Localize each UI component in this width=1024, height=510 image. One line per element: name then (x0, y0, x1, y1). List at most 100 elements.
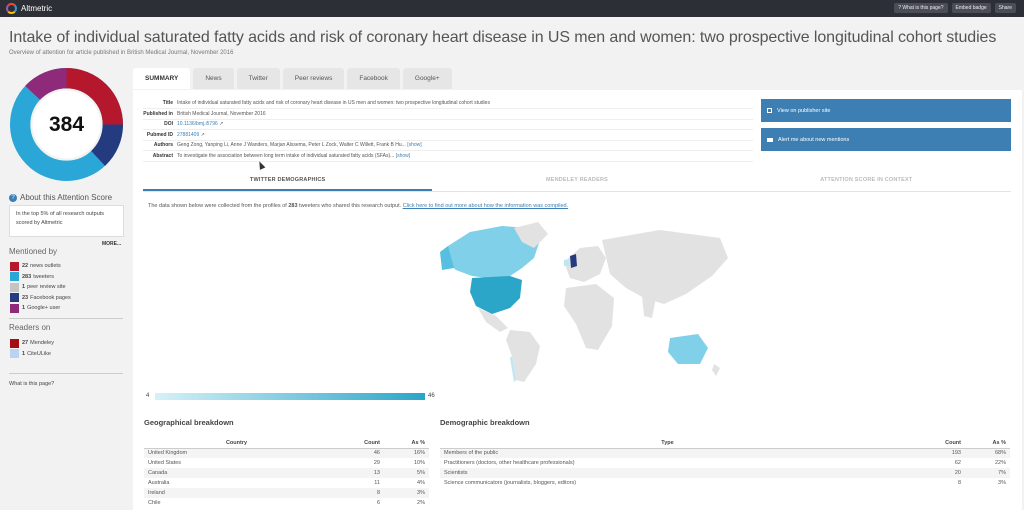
more-link[interactable]: MORE... (102, 241, 121, 247)
map-region-asia (602, 230, 728, 304)
mention-item-tweeters[interactable]: 283 tweeters (10, 272, 71, 283)
doi-link[interactable]: 10.1136/bmj.i5796 (177, 121, 218, 127)
view-publisher-button[interactable]: View on publisher site (761, 99, 1011, 122)
external-link-icon (767, 108, 772, 113)
tab-facebook[interactable]: Facebook (347, 68, 400, 89)
tab-googleplus[interactable]: Google+ (402, 68, 452, 89)
tab-peer-reviews[interactable]: Peer reviews (282, 68, 345, 89)
demo-cell: 8 (957, 480, 961, 486)
table-row: Canada 13 5% (144, 468, 429, 478)
reader-item-citeulike[interactable]: 1 CiteULike (10, 349, 54, 360)
divider (9, 373, 123, 374)
twitter-swatch-icon (10, 272, 19, 282)
meta-row-abstract: Abstract To investigate the association b… (143, 150, 753, 162)
demo-cell: Scientists (440, 468, 895, 478)
top-bar: Altmetric ? What is this page? Embed bad… (0, 0, 1024, 17)
article-metadata: Title Intake of individual saturated fatt… (143, 98, 753, 162)
geo-cell: United States (148, 460, 182, 466)
map-region-ireland (564, 259, 569, 266)
table-row: Australia 11 4% (144, 478, 429, 488)
demo-breakdown-heading: Demographic breakdown (440, 418, 530, 427)
citeulike-swatch-icon (10, 349, 19, 359)
geo-col-count: Count (329, 438, 384, 449)
map-region-usa (470, 276, 522, 314)
embed-badge-button[interactable]: Embed badge (951, 3, 991, 13)
mention-item-googleplus[interactable]: 1 Google+ user (10, 303, 71, 314)
geo-cell: Canada (144, 468, 329, 478)
geo-cell: 10% (413, 460, 425, 466)
map-region-south-america (506, 330, 540, 382)
mention-item-news[interactable]: 22 news outlets (10, 261, 71, 272)
table-row: Members of the public 193 68% (440, 448, 1010, 458)
map-region-india (642, 296, 656, 318)
table-row: Ireland 8 3% (144, 488, 429, 498)
brand[interactable]: Altmetric (6, 2, 52, 15)
tab-twitter[interactable]: Twitter (236, 68, 280, 89)
demographics-tabs: TWITTER DEMOGRAPHICS MENDELEY READERS AT… (143, 174, 1011, 192)
question-icon: ? (9, 193, 17, 202)
map-color-scale (155, 393, 425, 400)
about-attention-score[interactable]: ? About this Attention Score (9, 193, 112, 202)
geo-col-country: Country (144, 438, 329, 449)
geo-breakdown-heading: Geographical breakdown (144, 418, 234, 427)
page-subtitle: Overview of attention for article publis… (9, 50, 234, 56)
attention-score: 384 (48, 112, 85, 136)
envelope-icon (767, 137, 773, 142)
googleplus-swatch-icon (10, 303, 19, 313)
share-button[interactable]: Share (994, 3, 1016, 13)
demo-cell: 68% (965, 448, 1010, 458)
demo-cell: Practitioners (doctors, other healthcare… (444, 460, 575, 466)
world-map[interactable] (430, 218, 730, 386)
demo-breakdown-table: Type Count As % Members of the public 193… (440, 438, 1010, 488)
geo-col-percent: As % (384, 438, 429, 449)
score-summary: In the top 5% of all research outputs sc… (9, 205, 124, 237)
divider (9, 318, 123, 319)
what-is-this-page-link[interactable]: What is this page? (9, 381, 54, 387)
tab-attention-context[interactable]: ATTENTION SCORE IN CONTEXT (722, 174, 1011, 191)
reader-item-mendeley[interactable]: 27 Mendeley (10, 338, 54, 349)
tab-mendeley-readers[interactable]: MENDELEY READERS (432, 174, 721, 191)
demo-cell: 3% (998, 480, 1006, 486)
pubmed-link[interactable]: 27881409 (177, 132, 199, 138)
meta-row-published: Published in British Medical Journal, Nov… (143, 108, 753, 120)
demo-cell: Science communicators (journalists, blog… (444, 480, 577, 486)
external-link-icon[interactable]: ↗ (219, 121, 223, 127)
geo-cell: 8 (329, 488, 384, 498)
tab-summary[interactable]: SUMMARY (133, 68, 191, 89)
tab-twitter-demographics[interactable]: TWITTER DEMOGRAPHICS (143, 174, 433, 191)
main-tabs: SUMMARY News Twitter Peer reviews Facebo… (133, 68, 452, 89)
mention-item-facebook[interactable]: 23 Facebook pages (10, 293, 71, 304)
what-is-this-page-button[interactable]: ? What is this page? (894, 3, 948, 13)
readers-on-list: 27 Mendeley 1 CiteULike (10, 338, 54, 359)
demo-col-percent: As % (965, 438, 1010, 449)
map-region-uk (570, 254, 577, 268)
demo-cell: 7% (965, 468, 1010, 478)
peer-review-swatch-icon (10, 282, 19, 292)
geo-cell: Australia (148, 480, 170, 486)
alert-mentions-button[interactable]: Alert me about new mentions (761, 128, 1011, 151)
meta-row-authors: Authors Geng Zong, Yanping Li, Anne J Wan… (143, 140, 753, 151)
external-link-icon[interactable]: ↗ (201, 132, 205, 138)
geo-cell: 29 (373, 460, 380, 466)
about-label: About this Attention Score (20, 193, 113, 202)
mention-item-peer-review[interactable]: 1 peer review site (10, 282, 71, 293)
demo-col-count: Count (895, 438, 965, 449)
show-authors-link[interactable]: [show] (407, 142, 421, 148)
demo-cell: Members of the public (440, 448, 895, 458)
demo-cell: 20 (895, 468, 965, 478)
table-row: United States 29 10% (144, 458, 429, 468)
scale-min: 4 (146, 393, 150, 399)
map-region-australia (668, 334, 708, 364)
show-abstract-link[interactable]: [show] (396, 153, 410, 159)
mendeley-swatch-icon (10, 338, 19, 348)
compiled-info-link[interactable]: Click here to find out more about how th… (403, 203, 568, 209)
mentioned-by-heading: Mentioned by (9, 247, 58, 256)
geo-cell: 6 (376, 500, 380, 506)
table-row: Scientists 20 7% (440, 468, 1010, 478)
demo-cell: 22% (994, 460, 1006, 466)
facebook-swatch-icon (10, 293, 19, 303)
tab-news[interactable]: News (193, 68, 234, 89)
demo-cell: 62 (954, 460, 961, 466)
meta-row-title: Title Intake of individual saturated fatt… (143, 98, 753, 109)
geo-cell: Chile (148, 500, 161, 506)
